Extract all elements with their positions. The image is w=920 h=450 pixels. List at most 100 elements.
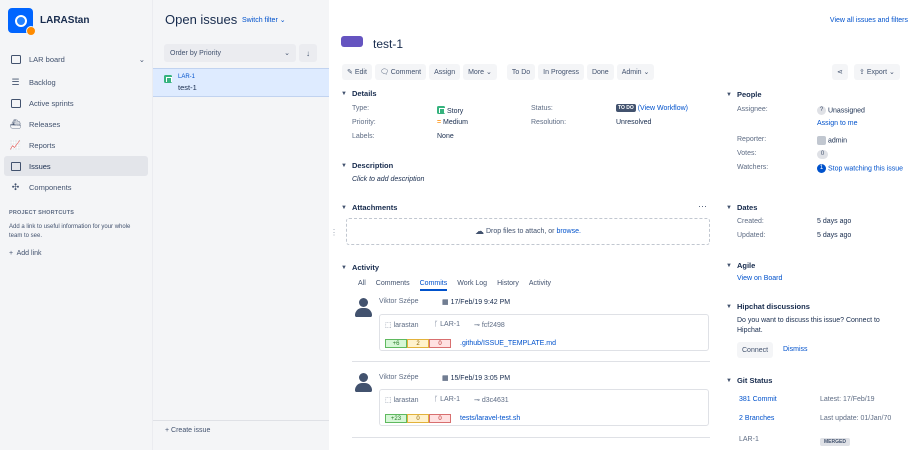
- export-button[interactable]: ⇪ Export ⌄: [854, 64, 900, 80]
- edit-button[interactable]: ✎ Edit: [342, 64, 372, 80]
- git-status-toggle[interactable]: ▼ Git Status: [726, 376, 772, 385]
- commit-issue[interactable]: ᚴ LAR-1: [434, 396, 460, 403]
- watchers-count-badge: 1: [817, 164, 826, 173]
- tab-history[interactable]: History: [497, 280, 519, 291]
- project-name[interactable]: LARAStan: [40, 15, 89, 26]
- view-workflow-link[interactable]: (View Workflow): [638, 105, 688, 112]
- branch-icon: ᚴ: [434, 396, 439, 403]
- sidebar-item-issues[interactable]: Issues: [4, 156, 148, 176]
- tab-activity[interactable]: Activity: [529, 280, 551, 291]
- commit-date: ▦ 15/Feb/19 3:05 PM: [442, 374, 510, 382]
- activity-toggle[interactable]: ▼ Activity: [341, 263, 379, 272]
- order-by-select[interactable]: Order by Priority ⌄: [164, 44, 296, 62]
- people-toggle[interactable]: ▼ People: [726, 90, 762, 99]
- view-on-board-link[interactable]: View on Board: [737, 275, 782, 282]
- hipchat-toggle[interactable]: ▼ Hipchat discussions: [726, 302, 810, 311]
- chevron-down-icon: ⌄: [138, 54, 145, 64]
- board-selector-label: LAR board: [29, 54, 65, 64]
- sidebar-item-components[interactable]: ✣ Components: [4, 177, 148, 197]
- board-selector[interactable]: LAR board ⌄: [10, 53, 145, 65]
- issue-key[interactable]: LAR-1: [178, 74, 195, 80]
- reporter-value[interactable]: admin: [817, 136, 847, 145]
- git-status-heading: Git Status: [736, 376, 773, 385]
- priority-value[interactable]: = Medium: [437, 119, 468, 126]
- attachments-toggle[interactable]: ▼ Attachments: [341, 203, 397, 212]
- create-issue-button[interactable]: + Create issue: [153, 420, 329, 450]
- in-progress-button[interactable]: In Progress: [538, 64, 584, 80]
- list-item[interactable]: LAR-1 test-1: [153, 68, 329, 97]
- share-button[interactable]: ⋖: [832, 64, 848, 80]
- connect-button[interactable]: Connect: [737, 342, 774, 358]
- agile-toggle[interactable]: ▼ Agile: [726, 261, 755, 270]
- board-icon: [10, 54, 21, 64]
- sidebar-item-active-sprints[interactable]: Active sprints: [4, 93, 148, 113]
- admin-label: Admin: [621, 68, 642, 76]
- chevron-down-icon: ▼: [726, 377, 732, 384]
- attachments-heading: Attachments: [351, 203, 398, 212]
- chevron-down-icon: ▼: [726, 91, 732, 98]
- agile-heading: Agile: [736, 261, 756, 270]
- assign-button[interactable]: Assign: [429, 64, 461, 80]
- labels-value[interactable]: None: [437, 133, 454, 140]
- sidebar-item-reports[interactable]: 📈 Reports: [4, 135, 148, 155]
- add-link-label: Add link: [16, 250, 42, 257]
- commits-link[interactable]: 381 Commit: [739, 396, 777, 403]
- commit-date-text: 15/Feb/19 3:05 PM: [450, 375, 511, 382]
- assignee-label: Assignee:: [737, 106, 768, 113]
- commit-file-link[interactable]: .github/ISSUE_TEMPLATE.md: [460, 340, 556, 347]
- commit-icon: ⊸: [474, 397, 480, 404]
- sidebar-item-releases[interactable]: ⛴ Releases: [4, 114, 148, 134]
- sidebar-item-backlog[interactable]: ☰ Backlog: [4, 72, 148, 92]
- commit-repo[interactable]: ⬚ larastan: [385, 396, 418, 404]
- more-options-icon[interactable]: ···: [698, 201, 707, 211]
- attachment-dropzone[interactable]: ☁ Drop files to attach, or browse.: [346, 218, 710, 245]
- dates-toggle[interactable]: ▼ Dates: [726, 203, 757, 212]
- commit-author[interactable]: Viktor Szépe: [379, 298, 419, 305]
- commit-hash[interactable]: ⊸ d3c4631: [474, 396, 509, 404]
- tab-all[interactable]: All: [358, 280, 366, 291]
- repo-text: larastan: [393, 397, 419, 404]
- view-all-issues-link[interactable]: View all issues and filters: [830, 17, 908, 24]
- type-value[interactable]: Story: [437, 105, 463, 115]
- description-field[interactable]: Click to add description: [352, 176, 424, 183]
- comment-button[interactable]: 🗨 Comment: [374, 64, 427, 80]
- commit-hash-text: d3c4631: [481, 397, 509, 404]
- sort-direction-button[interactable]: ↓: [299, 44, 317, 62]
- tab-commits[interactable]: Commits: [419, 280, 448, 291]
- admin-button[interactable]: Admin ⌄: [616, 64, 655, 80]
- description-toggle[interactable]: ▼ Description: [341, 161, 393, 170]
- done-button[interactable]: Done: [586, 64, 614, 80]
- assignee-value[interactable]: ? Unassigned: [817, 106, 865, 115]
- commit-date-text: 17/Feb/19 9:42 PM: [450, 299, 511, 306]
- issue-title[interactable]: test-1: [373, 37, 403, 51]
- browse-link[interactable]: browse.: [556, 228, 581, 235]
- details-toggle[interactable]: ▼ Details: [341, 89, 377, 98]
- tab-comments[interactable]: Comments: [376, 280, 410, 291]
- votes-value[interactable]: 0: [817, 150, 828, 159]
- priority-medium-icon: =: [437, 119, 442, 126]
- more-label: More: [468, 68, 485, 76]
- commit-file-link[interactable]: tests/laravel-test.sh: [460, 415, 520, 422]
- commit-repo[interactable]: ⬚ larastan: [385, 321, 418, 329]
- tab-work-log[interactable]: Work Log: [457, 280, 487, 291]
- chevron-down-icon: ⌄: [643, 69, 650, 76]
- people-heading: People: [736, 90, 762, 99]
- stop-watching-link[interactable]: Stop watching this issue: [828, 165, 903, 172]
- todo-button[interactable]: To Do: [506, 64, 536, 80]
- assign-to-me-link[interactable]: Assign to me: [817, 120, 857, 127]
- more-button[interactable]: More ⌄: [463, 64, 497, 80]
- switch-filter-button[interactable]: Switch filter ⌄: [242, 16, 286, 24]
- resolution-value: Unresolved: [616, 119, 652, 126]
- commit-hash[interactable]: ⊸ fcf2498: [474, 321, 505, 329]
- dismiss-link[interactable]: Dismiss: [783, 346, 808, 353]
- branches-link[interactable]: 2 Branches: [739, 415, 774, 422]
- add-link-button[interactable]: + Add link: [9, 250, 42, 257]
- issue-detail: View all issues and filters test-1 ✎ Edi…: [336, 0, 920, 450]
- commit-date: ▦ 17/Feb/19 9:42 PM: [442, 298, 510, 306]
- chart-icon: 📈: [9, 139, 22, 150]
- project-logo-icon[interactable]: [8, 8, 36, 36]
- shortcuts-heading: PROJECT SHORTCUTS: [9, 210, 75, 216]
- commit-issue[interactable]: ᚴ LAR-1: [434, 321, 460, 328]
- export-icon: ⇪: [859, 69, 865, 76]
- commit-author[interactable]: Viktor Szépe: [379, 374, 419, 381]
